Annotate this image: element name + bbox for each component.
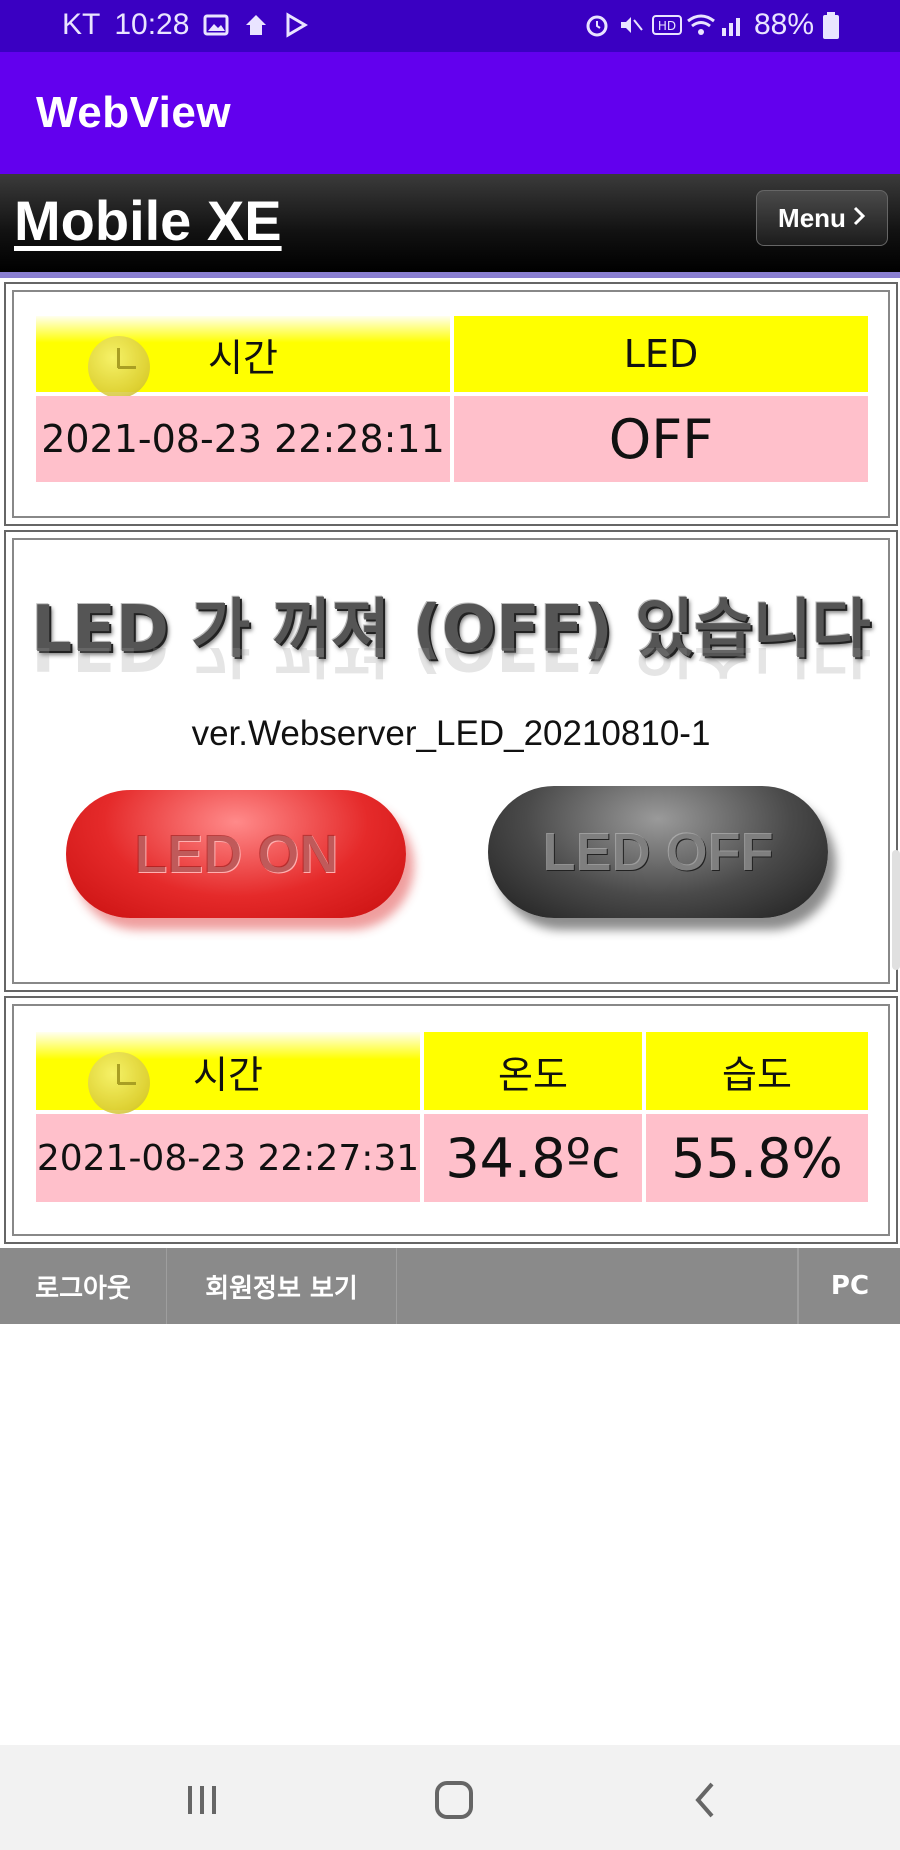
home-button-icon[interactable] (424, 1775, 484, 1825)
led-off-button[interactable]: LED OFF (488, 786, 828, 918)
led-control-panel: LED 가 꺼져 (OFF) 있습니다 LED 가 꺼져 (OFF) 있습니다 … (4, 530, 898, 992)
led-status-time-header-label: 시간 (208, 335, 278, 380)
chevron-right-icon (852, 203, 866, 234)
signal-icon (720, 12, 746, 38)
sensor-humidity-value: 55.8% (646, 1114, 868, 1202)
sensor-temperature-value: 34.8ºc (424, 1114, 642, 1202)
menu-button-label: Menu (778, 202, 846, 233)
app-bar: WebView (0, 52, 900, 174)
battery-percent: 88% (753, 8, 814, 41)
sensor-time-value: 2021-08-23 22:27:31 (36, 1114, 420, 1202)
logout-link[interactable]: 로그아웃 (0, 1248, 167, 1324)
footer-nav-spacer (397, 1248, 798, 1324)
mute-icon (618, 12, 644, 38)
member-info-link[interactable]: 회원정보 보기 (167, 1248, 397, 1324)
alarm-icon (584, 12, 610, 38)
sensor-time-header: 시간 (36, 1032, 420, 1114)
led-status-led-header: LED (454, 316, 868, 392)
system-nav-bar (0, 1745, 900, 1850)
led-control-panel-inner: LED 가 꺼져 (OFF) 있습니다 LED 가 꺼져 (OFF) 있습니다 … (12, 538, 890, 984)
clock-icon (88, 1052, 150, 1114)
app-title: WebView (36, 88, 232, 137)
clock-icon (88, 336, 150, 398)
wifi-icon (686, 12, 715, 38)
sensor-humidity-header-label: 습도 (722, 1052, 792, 1097)
carrier-label: KT (62, 8, 101, 41)
sensor-panel-inner: 시간 온도 습도 2021-08-23 22:27:31 34.8ºc 55.8… (12, 1004, 890, 1236)
clock-time: 10:28 (114, 8, 190, 41)
sensor-humidity-header: 습도 (646, 1032, 868, 1110)
led-status-time-header: 시간 (36, 316, 450, 398)
sensor-temperature-header-label: 온도 (498, 1052, 568, 1097)
home-app-icon (243, 12, 269, 38)
svg-text:HD: HD (658, 19, 676, 33)
pc-version-link[interactable]: PC (798, 1248, 900, 1324)
play-store-icon (283, 12, 309, 38)
firmware-version: ver.Webserver_LED_20210810-1 (191, 714, 711, 753)
battery-icon (822, 12, 848, 39)
led-state-banner-reflection: LED 가 꺼져 (OFF) 있습니다 (14, 648, 888, 698)
hd-voice-icon: HD (651, 12, 682, 38)
sensor-temperature-header: 온도 (424, 1032, 642, 1110)
recent-apps-icon[interactable] (172, 1775, 232, 1825)
led-status-led-header-label: LED (623, 332, 699, 376)
led-status-led-value: OFF (454, 396, 868, 482)
footer-nav: 로그아웃 회원정보 보기 PC (0, 1248, 900, 1324)
scrollbar-thumb[interactable] (892, 850, 900, 970)
led-status-time-value: 2021-08-23 22:28:11 (36, 396, 450, 482)
sensor-time-header-label: 시간 (193, 1052, 263, 1097)
led-status-panel: 시간 LED 2021-08-23 22:28:11 OFF (4, 282, 898, 526)
site-brand-link[interactable]: Mobile XE (14, 188, 282, 253)
led-status-panel-inner: 시간 LED 2021-08-23 22:28:11 OFF (12, 290, 890, 518)
site-header: Mobile XE Menu (0, 174, 900, 278)
menu-button[interactable]: Menu (756, 190, 888, 246)
back-button-icon[interactable] (676, 1775, 736, 1825)
status-bar: KT 10:28 HD 88% (0, 0, 900, 52)
gallery-icon (203, 12, 229, 38)
led-on-button[interactable]: LED ON (66, 790, 406, 918)
sensor-panel: 시간 온도 습도 2021-08-23 22:27:31 34.8ºc 55.8… (4, 996, 898, 1244)
